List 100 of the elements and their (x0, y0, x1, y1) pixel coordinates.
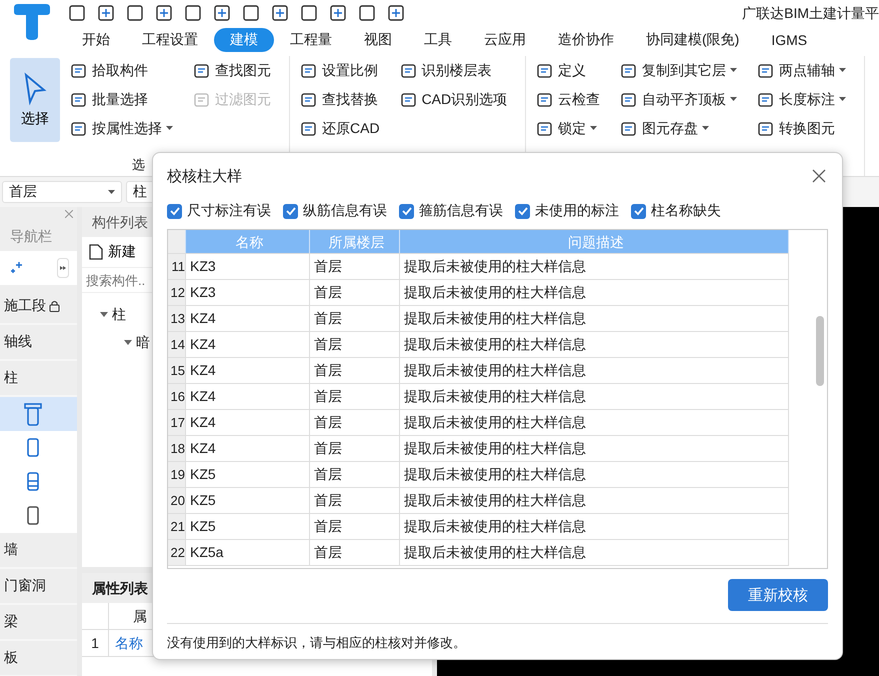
document-icon (193, 62, 211, 80)
nav-item[interactable]: 梁 (0, 605, 77, 641)
row-number: 22 (168, 540, 186, 565)
caret-icon (839, 68, 846, 73)
ribbon-button[interactable]: 自动平齐顶板 (618, 85, 740, 114)
ribbon-button[interactable]: 查找图元 (191, 56, 273, 85)
table-cell: 提取后未被使用的柱大样信息 (400, 280, 789, 305)
checkbox[interactable] (631, 204, 646, 218)
ribbon-tab[interactable]: 造价协作 (542, 28, 630, 52)
table-cell: 提取后未被使用的柱大样信息 (400, 410, 789, 435)
ribbon-button[interactable]: 长度标注 (755, 85, 848, 114)
toolbar-icon[interactable] (329, 4, 347, 22)
ribbon-button[interactable]: 拾取构件 (68, 56, 175, 85)
document-icon (536, 120, 554, 138)
row-number: 15 (168, 358, 186, 383)
caret-icon[interactable] (124, 340, 132, 346)
checkbox-label[interactable]: 未使用的标注 (535, 202, 619, 220)
caret-icon[interactable] (100, 312, 108, 318)
dialog-title: 校核柱大样 (167, 166, 242, 186)
table-cell: 首层 (310, 462, 400, 487)
checkbox[interactable] (283, 204, 298, 218)
recheck-button[interactable]: 重新校核 (728, 579, 828, 611)
row-number: 17 (168, 410, 186, 435)
document-icon (193, 90, 211, 108)
nav-item[interactable]: 门窗洞 (0, 569, 77, 605)
nav-item[interactable]: 柱 (0, 361, 77, 397)
toolbar-icon[interactable] (213, 4, 231, 22)
row-number: 21 (168, 514, 186, 539)
table-cell: 首层 (310, 540, 400, 565)
ribbon-tab[interactable]: 工程设置 (126, 28, 214, 52)
ribbon-button[interactable]: 按属性选择 (68, 114, 175, 143)
ribbon-button[interactable]: 定义 (534, 56, 602, 85)
scrollbar-thumb[interactable] (816, 316, 824, 386)
column-header: 名称 (186, 230, 310, 253)
new-button[interactable]: 新建 (82, 237, 142, 267)
expand-icon[interactable] (57, 258, 69, 278)
toolbar-icon[interactable] (358, 4, 376, 22)
ribbon-tab[interactable]: 视图 (348, 28, 408, 52)
checkbox-label[interactable]: 柱名称缺失 (651, 202, 721, 220)
toolbar-icon[interactable] (126, 4, 144, 22)
add-icon[interactable] (10, 261, 24, 275)
checkbox[interactable] (399, 204, 414, 218)
column-type-icon[interactable] (0, 397, 77, 431)
checkbox[interactable] (515, 204, 530, 218)
toolbar-icon[interactable] (242, 4, 260, 22)
ribbon-button[interactable]: 查找替换 (298, 85, 382, 114)
table-cell: KZ4 (186, 436, 310, 461)
ribbon-tab[interactable]: 云应用 (468, 28, 542, 52)
caret-icon (839, 97, 846, 102)
ribbon-button[interactable]: 锁定 (534, 114, 602, 143)
ribbon-button[interactable]: 云检查 (534, 85, 602, 114)
ribbon-button[interactable]: 识别楼层表 (398, 56, 510, 85)
ribbon-button[interactable]: 设置比例 (298, 56, 382, 85)
toolbar-icon[interactable] (387, 4, 405, 22)
toolbar-icon[interactable] (97, 4, 115, 22)
ribbon-tab[interactable]: 开始 (66, 28, 126, 52)
document-icon (88, 243, 104, 261)
ribbon-tab[interactable]: 建模 (214, 28, 274, 52)
table-cell: 首层 (310, 514, 400, 539)
ribbon-button[interactable]: CAD识别选项 (398, 85, 510, 114)
caret-icon (702, 126, 710, 131)
tree-node[interactable]: 柱 (112, 306, 126, 324)
toolbar-icon[interactable] (184, 4, 202, 22)
table-cell: 提取后未被使用的柱大样信息 (400, 514, 789, 539)
group-label: 选 (132, 157, 145, 172)
ribbon-button[interactable]: 还原CAD (298, 114, 382, 143)
toolbar-icon[interactable] (68, 4, 86, 22)
ribbon-button[interactable]: 两点辅轴 (755, 56, 848, 85)
nav-item[interactable]: 施工段 (0, 289, 77, 325)
table-cell: KZ4 (186, 306, 310, 331)
document-icon (757, 90, 776, 108)
ribbon-button[interactable]: 转换图元 (755, 114, 848, 143)
toolbar-icon[interactable] (155, 4, 173, 22)
table-cell: KZ4 (186, 358, 310, 383)
ribbon-tab[interactable]: 工具 (408, 28, 468, 52)
table-cell: KZ5 (186, 462, 310, 487)
row-number: 20 (168, 488, 186, 513)
nav-item[interactable]: 板 (0, 641, 77, 676)
column-header: 所属楼层 (310, 230, 400, 253)
toolbar-icon[interactable] (271, 4, 289, 22)
toolbar-icon[interactable] (300, 4, 318, 22)
nav-item[interactable]: 轴线 (0, 325, 77, 361)
table-cell: 提取后未被使用的柱大样信息 (400, 254, 789, 279)
select-button[interactable]: 选择 (10, 58, 60, 142)
ribbon-button[interactable]: 图元存盘 (618, 114, 740, 143)
ribbon-tab[interactable]: IGMS (755, 28, 824, 52)
checkbox[interactable] (167, 204, 182, 218)
nav-item[interactable]: 墙 (0, 533, 77, 569)
document-icon (300, 62, 318, 80)
document-icon (300, 120, 318, 138)
ribbon-button[interactable]: 复制到其它层 (618, 56, 740, 85)
table-cell: 提取后未被使用的柱大样信息 (400, 384, 789, 409)
table-cell: 首层 (310, 436, 400, 461)
close-icon[interactable] (812, 169, 826, 183)
floor-dropdown[interactable]: 首层 (2, 181, 122, 203)
ribbon-button[interactable]: 批量选择 (68, 85, 175, 114)
ribbon-tab[interactable]: 工程量 (274, 28, 348, 52)
row-number: 16 (168, 384, 186, 409)
ribbon-tab[interactable]: 协同建模(限免) (630, 28, 756, 52)
tree-node[interactable]: 暗 (136, 334, 150, 352)
